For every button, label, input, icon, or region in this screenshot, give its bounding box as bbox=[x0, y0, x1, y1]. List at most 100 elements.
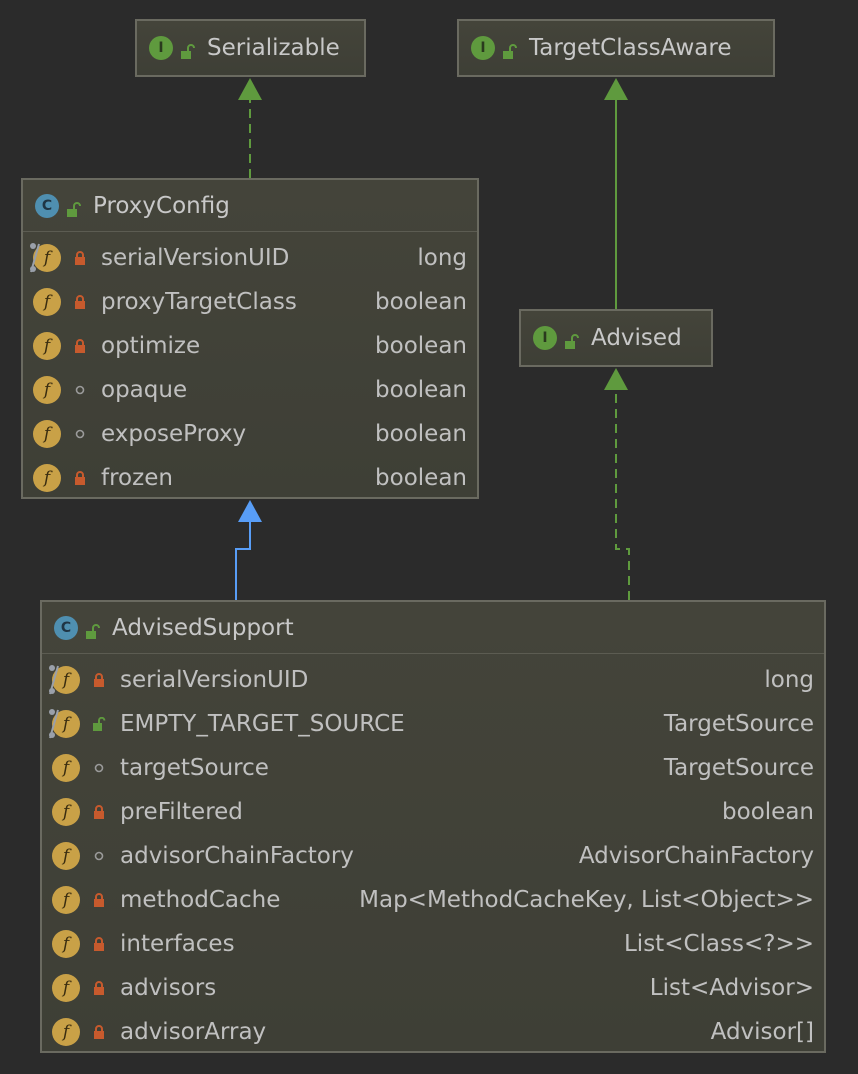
private-modifier-icon bbox=[92, 805, 106, 819]
field-icon: f bbox=[52, 886, 80, 914]
field-list: f serialVersionUID long f EMPTY_TARGET_SOURC… bbox=[42, 654, 824, 1054]
field-icon: f bbox=[52, 930, 80, 958]
field-type: Map<MethodCacheKey, List<Object>> bbox=[359, 887, 814, 913]
field-row[interactable]: f methodCache Map<MethodCacheKey, List<Obj… bbox=[42, 878, 824, 922]
field-row[interactable]: f optimize boolean bbox=[23, 324, 477, 368]
private-modifier-icon bbox=[92, 981, 106, 995]
field-name: advisorArray bbox=[120, 1019, 267, 1045]
field-name: opaque bbox=[101, 377, 188, 403]
package-modifier-icon bbox=[92, 849, 106, 863]
arrowhead-serializable bbox=[238, 78, 262, 100]
public-unlock-icon bbox=[84, 620, 100, 639]
node-header: I Serializable bbox=[137, 21, 364, 75]
field-icon: f bbox=[33, 420, 61, 448]
field-type: TargetSource bbox=[663, 755, 814, 781]
node-header: C AdvisedSupport bbox=[42, 602, 824, 654]
class-proxyconfig[interactable]: C ProxyConfig f serialVersionUID long f prox… bbox=[21, 178, 479, 499]
private-modifier-icon bbox=[73, 251, 87, 265]
field-name: serialVersionUID bbox=[101, 245, 290, 271]
field-type: long bbox=[417, 245, 467, 271]
field-name: interfaces bbox=[120, 931, 235, 957]
class-icon: C bbox=[54, 615, 78, 640]
field-list: f serialVersionUID long f proxyTargetClass bo… bbox=[23, 232, 477, 500]
static-field-icon: f bbox=[49, 665, 80, 695]
static-field-icon: f bbox=[30, 243, 61, 273]
field-name: preFiltered bbox=[120, 799, 243, 825]
interface-advised[interactable]: I Advised bbox=[519, 309, 713, 367]
public-unlock-icon bbox=[179, 40, 195, 59]
field-icon: f bbox=[33, 288, 61, 316]
field-type: boolean bbox=[375, 377, 467, 403]
field-type: boolean bbox=[375, 333, 467, 359]
class-name: AdvisedSupport bbox=[112, 614, 294, 641]
field-name: advisorChainFactory bbox=[120, 843, 354, 869]
field-name: targetSource bbox=[120, 755, 269, 781]
private-modifier-icon bbox=[73, 471, 87, 485]
field-type: boolean bbox=[375, 465, 467, 491]
interface-icon: I bbox=[471, 36, 495, 60]
interface-serializable[interactable]: I Serializable bbox=[135, 19, 366, 77]
field-row[interactable]: f serialVersionUID long bbox=[42, 658, 824, 702]
field-type: AdvisorChainFactory bbox=[578, 843, 814, 869]
field-icon: f bbox=[52, 754, 80, 782]
private-modifier-icon bbox=[92, 673, 106, 687]
field-row[interactable]: f advisors List<Advisor> bbox=[42, 966, 824, 1010]
interface-icon: I bbox=[149, 36, 173, 60]
field-row[interactable]: f advisorChainFactory AdvisorChainFactory bbox=[42, 834, 824, 878]
interface-name: TargetClassAware bbox=[529, 35, 732, 61]
field-row[interactable]: f advisorArray Advisor[] bbox=[42, 1010, 824, 1054]
public-unlock-icon bbox=[501, 40, 517, 59]
field-name: optimize bbox=[101, 333, 201, 359]
interface-name: Serializable bbox=[207, 35, 340, 61]
field-icon: f bbox=[33, 376, 61, 404]
field-name: frozen bbox=[101, 465, 173, 491]
field-type: boolean bbox=[722, 799, 814, 825]
package-modifier-icon bbox=[92, 761, 106, 775]
interface-targetclassaware[interactable]: I TargetClassAware bbox=[457, 19, 775, 77]
interface-name: Advised bbox=[591, 325, 682, 351]
field-icon: f bbox=[52, 974, 80, 1002]
field-row[interactable]: f interfaces List<Class<?>> bbox=[42, 922, 824, 966]
arrowhead-proxyconfig bbox=[238, 500, 262, 522]
public-unlock-icon bbox=[65, 198, 81, 217]
private-modifier-icon bbox=[73, 339, 87, 353]
package-modifier-icon bbox=[73, 427, 87, 441]
public-modifier-icon bbox=[92, 717, 106, 731]
field-icon: f bbox=[33, 464, 61, 492]
arrowhead-targetclassaware bbox=[604, 78, 628, 100]
field-name: proxyTargetClass bbox=[101, 289, 297, 315]
private-modifier-icon bbox=[92, 1025, 106, 1039]
node-header: C ProxyConfig bbox=[23, 180, 477, 232]
field-type: Advisor[] bbox=[710, 1019, 814, 1045]
private-modifier-icon bbox=[92, 937, 106, 951]
field-name: EMPTY_TARGET_SOURCE bbox=[120, 711, 405, 737]
field-type: boolean bbox=[375, 289, 467, 315]
field-name: advisors bbox=[120, 975, 217, 1001]
static-field-icon: f bbox=[49, 709, 80, 739]
field-name: exposeProxy bbox=[101, 421, 247, 447]
field-row[interactable]: f EMPTY_TARGET_SOURCE TargetSource bbox=[42, 702, 824, 746]
field-row[interactable]: f frozen boolean bbox=[23, 456, 477, 500]
package-modifier-icon bbox=[73, 383, 87, 397]
node-header: I Advised bbox=[521, 311, 711, 365]
field-row[interactable]: f exposeProxy boolean bbox=[23, 412, 477, 456]
class-icon: C bbox=[35, 193, 59, 218]
class-name: ProxyConfig bbox=[93, 192, 230, 219]
field-row[interactable]: f proxyTargetClass boolean bbox=[23, 280, 477, 324]
field-icon: f bbox=[52, 798, 80, 826]
node-header: I TargetClassAware bbox=[459, 21, 773, 75]
class-advisedsupport[interactable]: C AdvisedSupport f serialVersionUID long f E… bbox=[40, 600, 826, 1053]
field-icon: f bbox=[52, 1018, 80, 1046]
field-name: serialVersionUID bbox=[120, 667, 309, 693]
field-row[interactable]: f opaque boolean bbox=[23, 368, 477, 412]
private-modifier-icon bbox=[73, 295, 87, 309]
arrowhead-advised bbox=[604, 368, 628, 390]
field-type: boolean bbox=[375, 421, 467, 447]
field-name: methodCache bbox=[120, 887, 281, 913]
field-type: TargetSource bbox=[663, 711, 814, 737]
field-row[interactable]: f serialVersionUID long bbox=[23, 236, 477, 280]
field-row[interactable]: f targetSource TargetSource bbox=[42, 746, 824, 790]
edge-advisedsupport-extends-proxyconfig bbox=[235, 522, 251, 600]
field-type: long bbox=[764, 667, 814, 693]
field-row[interactable]: f preFiltered boolean bbox=[42, 790, 824, 834]
